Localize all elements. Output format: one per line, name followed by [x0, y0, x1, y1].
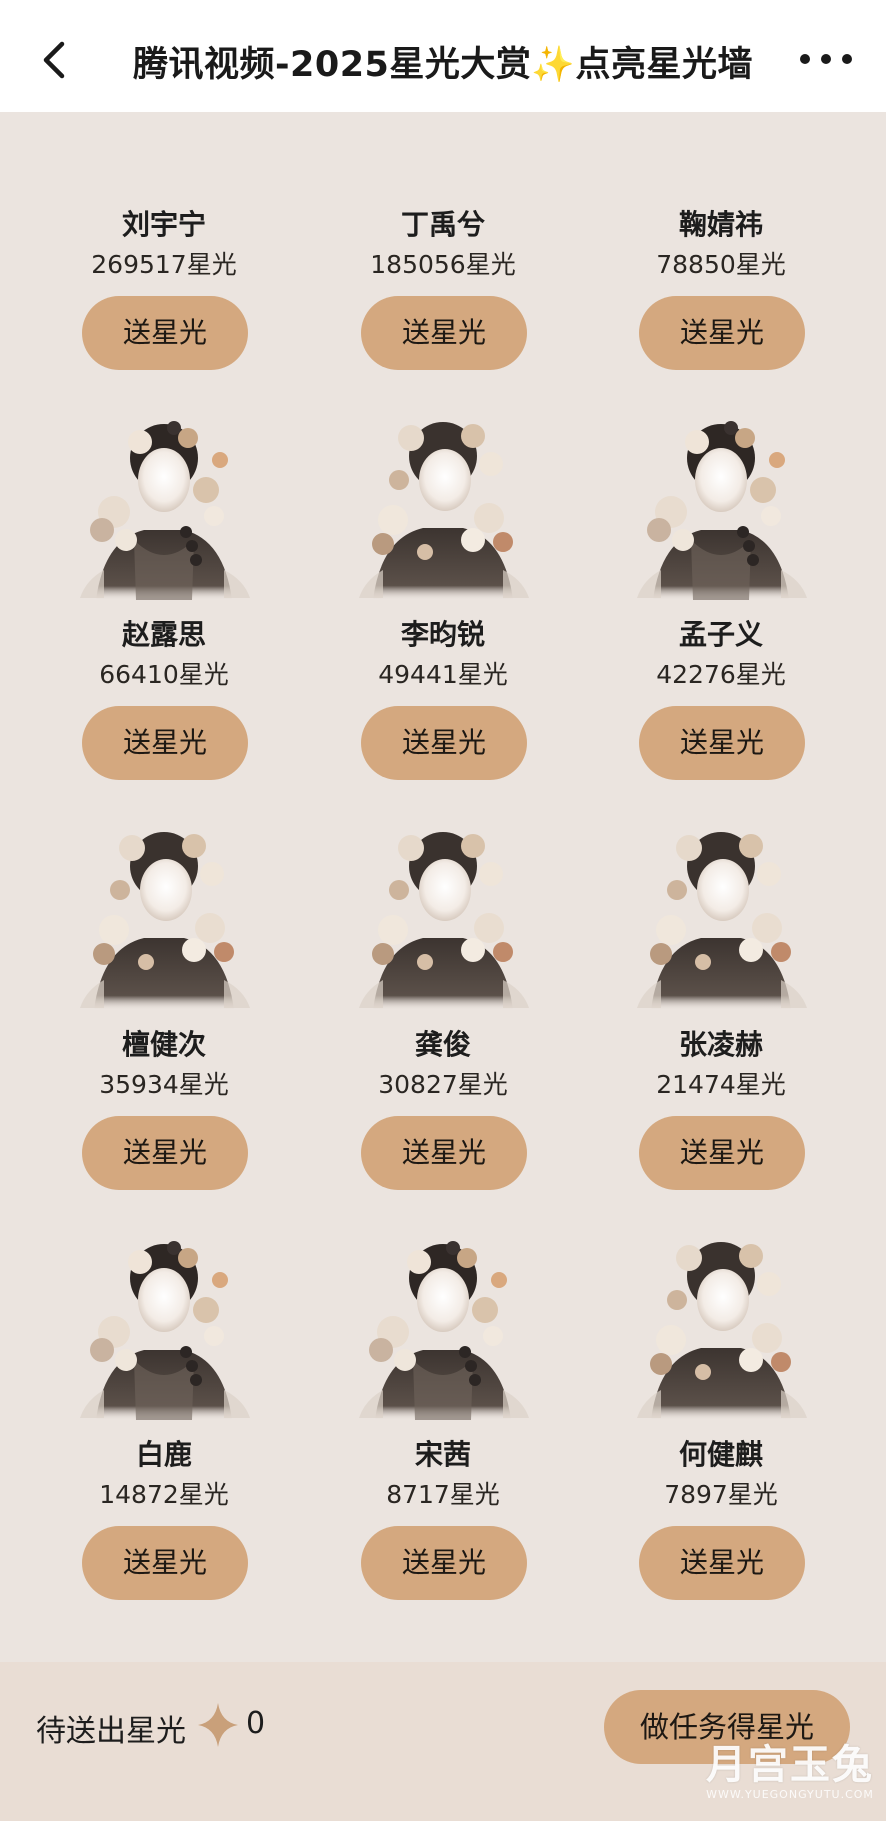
- celebrity-name: 李昀锐: [400, 618, 485, 651]
- more-dot: [842, 54, 852, 64]
- star-count: 78850星光: [656, 250, 786, 279]
- celebrity-name: 白鹿: [135, 1438, 192, 1471]
- portrait-image[interactable]: [631, 1240, 811, 1420]
- star-count: 269517星光: [91, 250, 237, 279]
- star-count: 35934星光: [99, 1070, 229, 1099]
- celebrity-name: 刘宇宁: [121, 208, 206, 241]
- more-options-icon[interactable]: [800, 48, 852, 70]
- send-stars-button[interactable]: 送星光: [82, 1526, 248, 1600]
- star-wall-grid: 刘宇宁 269517星光 送星光 丁禹兮 185056星光 送星光 鞠婧祎 78…: [0, 0, 886, 1660]
- portrait-image[interactable]: [631, 420, 811, 600]
- celebrity-name: 张凌赫: [678, 1028, 763, 1061]
- star-count: 30827星光: [378, 1070, 508, 1099]
- celebrity-card: 张凌赫 21474星光 送星光: [611, 830, 831, 1210]
- star-count: 185056星光: [370, 250, 516, 279]
- portrait-image[interactable]: [631, 830, 811, 1010]
- send-stars-button[interactable]: 送星光: [361, 706, 527, 780]
- send-stars-button[interactable]: 送星光: [82, 1116, 248, 1190]
- celebrity-name: 鞠婧祎: [678, 208, 763, 241]
- portrait-image[interactable]: [74, 830, 254, 1010]
- celebrity-name: 宋茜: [414, 1438, 471, 1471]
- celebrity-card: 白鹿 14872星光 送星光: [54, 1240, 274, 1620]
- celebrity-card: 龚俊 30827星光 送星光: [333, 830, 553, 1210]
- star-count: 42276星光: [656, 660, 786, 689]
- portrait-image[interactable]: [74, 420, 254, 600]
- star-count: 66410星光: [99, 660, 229, 689]
- send-stars-button[interactable]: 送星光: [82, 296, 248, 370]
- watermark-main-text: 月宫玉兔: [706, 1742, 874, 1788]
- celebrity-card: 何健麒 7897星光 送星光: [611, 1240, 831, 1620]
- star-count: 14872星光: [99, 1480, 229, 1509]
- page-title: 腾讯视频-2025星光大赏✨点亮星光墙: [0, 36, 886, 87]
- celebrity-card: 孟子义 42276星光 送星光: [611, 420, 831, 800]
- celebrity-name: 何健麒: [678, 1438, 763, 1471]
- more-dot: [821, 54, 831, 64]
- send-stars-button[interactable]: 送星光: [361, 1526, 527, 1600]
- top-nav-bar: 腾讯视频-2025星光大赏✨点亮星光墙: [0, 0, 886, 112]
- portrait-image[interactable]: [353, 420, 533, 600]
- send-stars-button[interactable]: 送星光: [639, 296, 805, 370]
- celebrity-card: 李昀锐 49441星光 送星光: [333, 420, 553, 800]
- send-stars-button[interactable]: 送星光: [361, 296, 527, 370]
- pending-stars-count: 0: [246, 1706, 266, 1741]
- page-title-suffix: 点亮星光墙: [575, 45, 754, 85]
- celebrity-name: 檀健次: [121, 1028, 206, 1061]
- star-count: 7897星光: [664, 1480, 778, 1509]
- portrait-image[interactable]: [353, 830, 533, 1010]
- send-stars-button[interactable]: 送星光: [82, 706, 248, 780]
- more-dot: [800, 54, 810, 64]
- watermark-logo: 月宫玉兔 WWW.YUEGONGYUTU.COM: [700, 1742, 880, 1817]
- celebrity-name: 龚俊: [414, 1028, 471, 1061]
- send-stars-button[interactable]: 送星光: [639, 706, 805, 780]
- star-count: 21474星光: [656, 1070, 786, 1099]
- send-stars-button[interactable]: 送星光: [639, 1116, 805, 1190]
- send-stars-button[interactable]: 送星光: [361, 1116, 527, 1190]
- celebrity-card: 宋茜 8717星光 送星光: [333, 1240, 553, 1620]
- celebrity-name: 丁禹兮: [400, 208, 485, 241]
- portrait-image[interactable]: [353, 1240, 533, 1420]
- page-title-prefix: 腾讯视频-2025星光大赏: [132, 45, 532, 85]
- celebrity-card: 赵露思 66410星光 送星光: [54, 420, 274, 800]
- watermark-url-text: WWW.YUEGONGYUTU.COM: [706, 1788, 874, 1801]
- star-icon: [196, 1701, 240, 1749]
- celebrity-name: 孟子义: [678, 618, 763, 651]
- pending-stars-label: 待送出星光: [36, 1714, 186, 1749]
- celebrity-card: 檀健次 35934星光 送星光: [54, 830, 274, 1210]
- sparkles-icon: ✨: [531, 45, 576, 85]
- star-count: 49441星光: [378, 660, 508, 689]
- star-count: 8717星光: [386, 1480, 500, 1509]
- celebrity-name: 赵露思: [121, 618, 206, 651]
- send-stars-button[interactable]: 送星光: [639, 1526, 805, 1600]
- portrait-image[interactable]: [74, 1240, 254, 1420]
